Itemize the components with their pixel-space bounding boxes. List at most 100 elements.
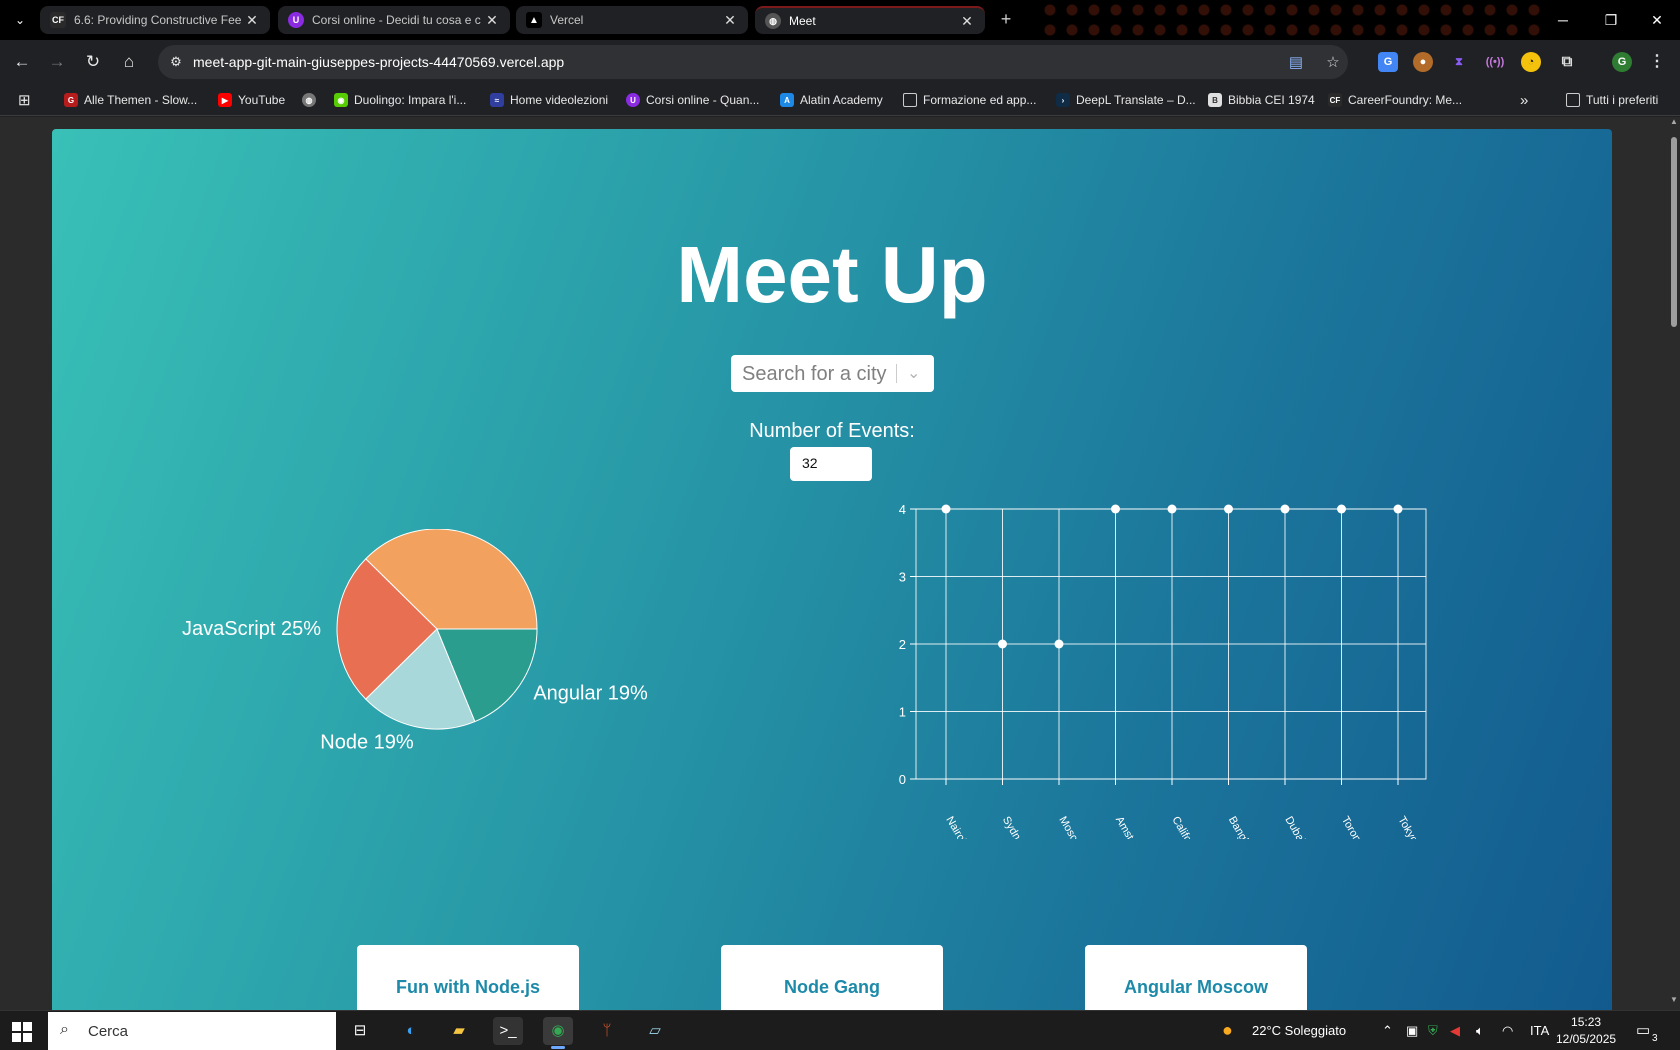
menu-kebab-icon[interactable]: ⋮ [1647,52,1667,72]
pie-label-javascript: JavaScript 25% [182,618,321,640]
sourcetree-icon[interactable]: ᛘ [592,1017,622,1045]
scatter-point-california[interactable] [1167,504,1177,514]
bookmark-corsi-online[interactable]: U Corsi online - Quan... [626,91,759,109]
tab-corsi-online[interactable]: U Corsi online - Decidi tu cosa e c ✕ [278,6,510,34]
bookmarks-bar: ⊞ G Alle Themen - Slow... ▶ YouTube ◍ ◉ Duo… [0,84,1680,116]
meet-now-icon[interactable]: ▣ [1406,1023,1418,1039]
scroll-thumb[interactable] [1671,137,1677,327]
city-search-placeholder: Search for a city [742,363,887,385]
y-tick-label: 2 [899,637,906,652]
sun-weather-icon[interactable]: ● [1222,1020,1233,1041]
profile-avatar[interactable]: G [1612,52,1632,72]
scatter-point-sydney-nsw[interactable] [998,639,1007,649]
extension-face-icon[interactable]: ● [1413,52,1433,72]
alatin-icon: A [780,93,794,107]
tab-vercel[interactable]: ▲ Vercel ✕ [516,6,748,34]
close-tab-icon[interactable]: ✕ [484,12,500,29]
bookmark-bibbia[interactable]: B Bibbia CEI 1974 [1208,91,1315,109]
bookmark-folder-formazione[interactable]: Formazione ed app... [903,91,1036,109]
page-scrollbar[interactable]: ▲ ▼ [1668,117,1680,1010]
terminal-icon[interactable]: >_ [493,1017,523,1045]
clock-time: 15:23 [1571,1015,1602,1029]
volume-icon[interactable]: 🔈︎ [1476,1023,1484,1039]
bookmark-alatin-academy[interactable]: A Alatin Academy [780,91,883,109]
scroll-up-arrow-icon[interactable]: ▲ [1670,117,1678,126]
taskbar-search-label: Cerca [88,1023,129,1040]
scatter-point-tokyo[interactable] [1393,504,1403,514]
task-view-icon[interactable]: ⊟ [345,1017,375,1045]
scatter-point-amsterdam[interactable] [1111,504,1120,514]
bookmark-star-icon[interactable]: ☆ [1323,53,1343,71]
all-bookmarks-folder[interactable]: Tutti i preferiti [1566,91,1658,109]
bookmark-careerfoundry[interactable]: CF CareerFoundry: Me... [1328,91,1462,109]
chevron-down-icon[interactable]: ⌄ [907,363,920,383]
event-title: Fun with Node.js [396,977,540,997]
genre-pie-chart: React 38% JavaScript 25% Node 19% Angular 1… [182,529,648,754]
scatter-point-toronto[interactable] [1337,504,1346,514]
yellow-extension-icon[interactable]: ◔ [1521,52,1541,72]
weather-text[interactable]: 22°C Soleggiato [1252,1023,1346,1038]
file-explorer-icon[interactable]: ▰ [444,1017,474,1045]
city-search-input[interactable]: Search for a city ⌄ [731,355,934,392]
tab-constructive-feedback[interactable]: CF 6.6: Providing Constructive Fee ✕ [40,6,270,34]
show-hidden-icons-chevron-icon[interactable]: ⌃ [1382,1023,1393,1039]
meet-app: Meet Up Search for a city ⌄ Number of Ev… [52,129,1612,1010]
address-bar[interactable]: ⚙ meet-app-git-main-giuseppes-projects-4… [158,45,1348,79]
browser-toolbar: ← → ↻ ⌂ ⚙ meet-app-git-main-giuseppes-pr… [0,40,1680,84]
event-card[interactable]: Fun with Node.js [357,945,579,1010]
wifi-icon[interactable]: ◠ [1502,1023,1513,1039]
globe-icon: ◍ [302,93,316,107]
close-window-icon[interactable]: ✕ [1634,0,1680,40]
bookmark-slow-german[interactable]: G Alle Themen - Slow... [64,91,197,109]
close-tab-icon[interactable]: ✕ [244,12,260,29]
bookmark-globe[interactable]: ◍ [302,91,322,109]
install-app-icon[interactable]: ▤ [1286,53,1306,71]
close-tab-icon[interactable]: ✕ [722,12,738,29]
scatter-point-nairobi[interactable] [941,504,951,514]
site-info-icon[interactable]: ⚙ [166,52,186,72]
broadcast-extension-icon[interactable]: ((•)) [1485,52,1505,72]
slow-german-icon: G [64,93,78,107]
bookmark-duolingo[interactable]: ◉ Duolingo: Impara l'i... [334,91,466,109]
tab-search-chevron-icon[interactable]: ⌄ [8,8,32,32]
forward-arrow-icon[interactable]: → [44,49,70,75]
chrome-browser-icon[interactable]: ◉ [543,1017,573,1049]
vercel-favicon-icon: ▲ [526,12,542,28]
back-arrow-icon[interactable]: ← [9,49,35,75]
notification-center-icon[interactable]: ▭ [1636,1021,1650,1039]
bookmark-youtube[interactable]: ▶ YouTube [218,91,285,109]
bookmarks-overflow-icon[interactable]: » [1520,91,1528,109]
apps-grid-icon[interactable]: ⊞ [18,91,31,109]
edge-browser-icon[interactable]: ◐ [396,1017,426,1045]
defender-shield-icon[interactable]: ⛨ [1428,1023,1438,1039]
new-tab-plus-icon[interactable]: + [994,8,1018,32]
bookmark-home-videolezioni[interactable]: ≈ Home videolezioni [490,91,608,109]
windows-start-icon[interactable] [12,1022,32,1042]
scatter-point-dubai[interactable] [1280,504,1290,514]
event-card[interactable]: Angular Moscow [1085,945,1307,1010]
minimize-window-icon[interactable]: ─ [1540,0,1586,40]
reload-icon[interactable]: ↻ [80,49,106,75]
hourglass-extension-icon[interactable]: ⧗ [1449,52,1469,72]
pie-label-angular: Angular 19% [533,683,648,705]
scatter-point-moscow[interactable] [1054,639,1064,649]
home-icon[interactable]: ⌂ [116,49,142,75]
event-card[interactable]: Node Gang [721,945,943,1010]
google-translate-extension-icon[interactable]: G [1378,52,1398,72]
number-of-events-input[interactable]: 32 [790,447,872,481]
page-viewport: Meet Up Search for a city ⌄ Number of Ev… [0,117,1668,1010]
scatter-point-bangkok[interactable] [1224,504,1233,514]
input-language[interactable]: ITA [1530,1023,1549,1038]
y-tick-label: 4 [899,502,906,517]
extensions-puzzle-icon[interactable]: ⧉ [1557,52,1577,72]
close-tab-icon[interactable]: ✕ [959,13,975,30]
bookmark-deepl[interactable]: › DeepL Translate – D... [1056,91,1196,109]
speaker-muted-icon[interactable]: ◀ [1450,1023,1460,1039]
scroll-down-arrow-icon[interactable]: ▼ [1670,995,1678,1004]
restore-window-icon[interactable]: ❐ [1588,0,1634,40]
taskbar-search-box[interactable]: ⌕ Cerca [48,1012,336,1050]
url-text: meet-app-git-main-giuseppes-projects-444… [193,54,565,70]
taskbar-clock[interactable]: 15:23 12/05/2025 [1556,1014,1616,1048]
notepad-icon[interactable]: ▱ [640,1017,670,1045]
tab-meet[interactable]: ◍ Meet ✕ [755,6,985,34]
